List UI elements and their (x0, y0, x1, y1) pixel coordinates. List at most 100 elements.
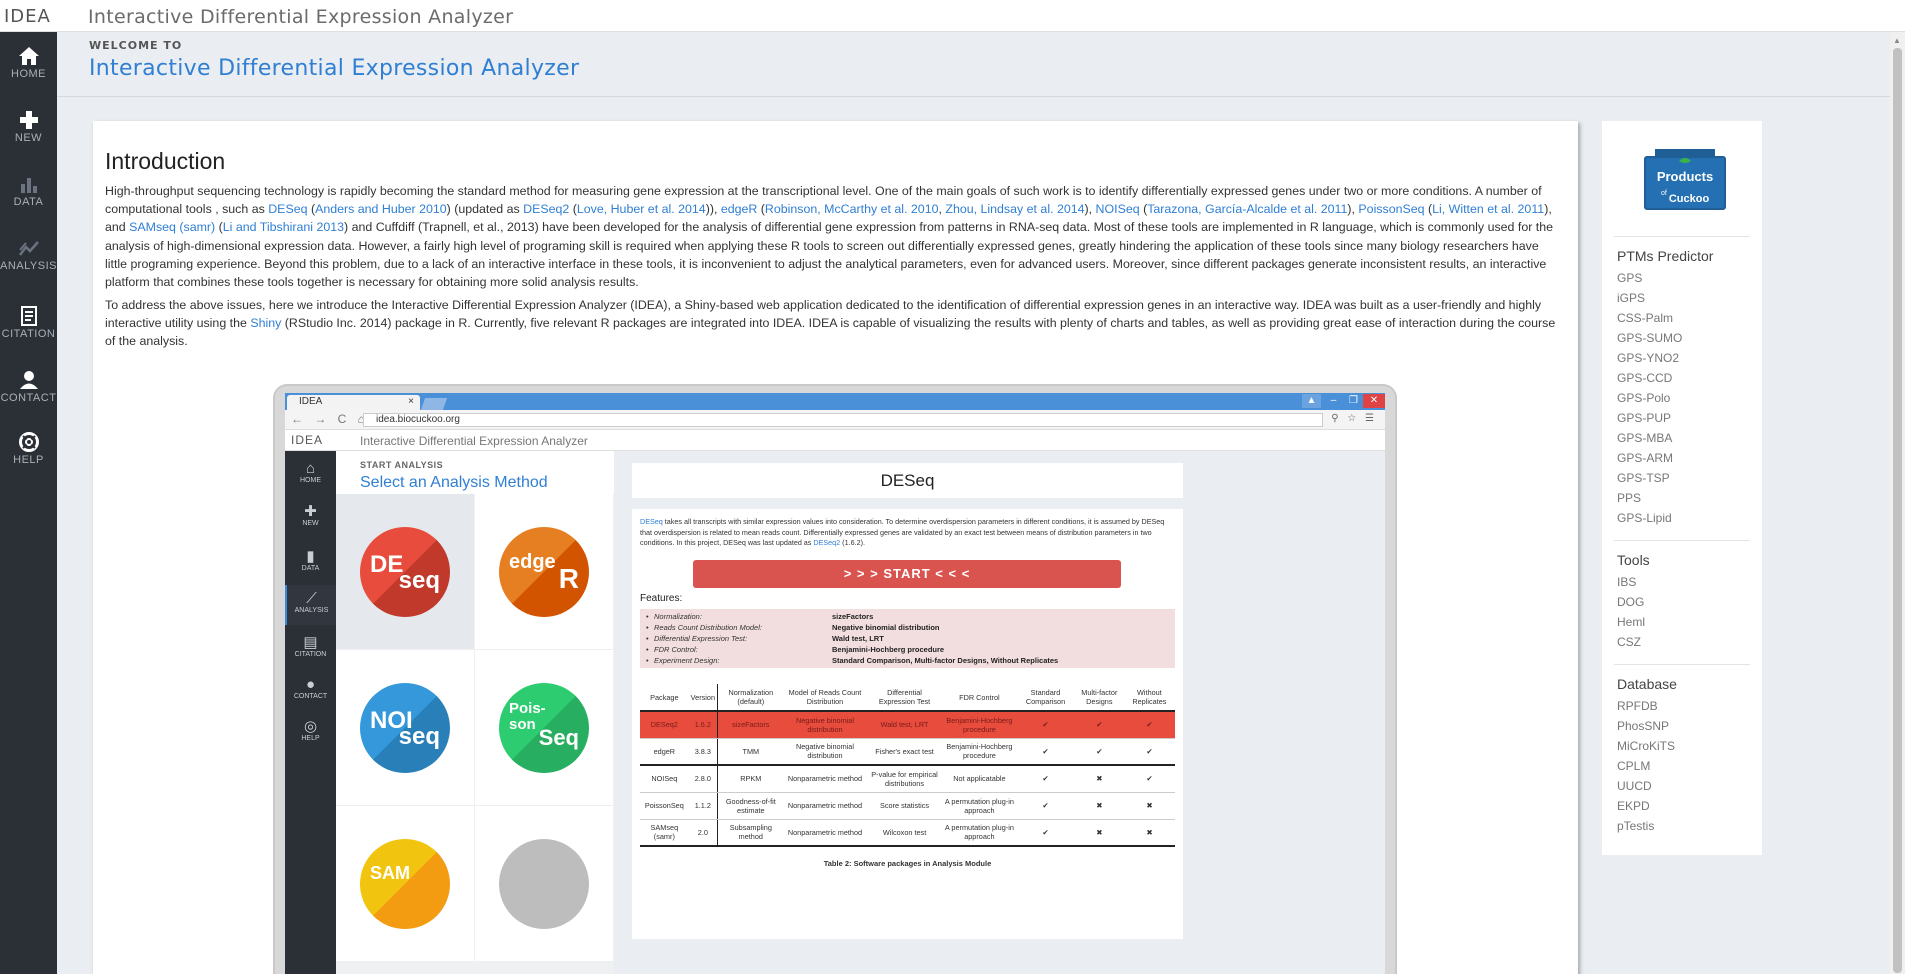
link-css-palm[interactable]: CSS-Palm (1617, 311, 1673, 325)
link-gps-polo[interactable]: GPS-Polo (1617, 391, 1670, 405)
link-gps[interactable]: GPS (1617, 271, 1642, 285)
link-ekpd[interactable]: EKPD (1617, 799, 1650, 813)
link-gps-arm[interactable]: GPS-ARM (1617, 451, 1673, 465)
link-gps-pup[interactable]: GPS-PUP (1617, 411, 1671, 425)
link-deseq2[interactable]: DESeq2 (523, 202, 569, 216)
feature-key: Differential Expression Test: (646, 634, 747, 643)
link-microkits[interactable]: MiCroKiTS (1617, 739, 1675, 753)
logo-text: edge (509, 551, 556, 573)
nav-label: CITATION (294, 651, 327, 658)
embedded-sidebar: ⌂ HOME ✚ NEW ▮ DATA ⟋ ANALYSIS ▤ CITATION ● CO… (285, 451, 336, 974)
features-heading: Features: (640, 593, 683, 604)
link-poissonseq[interactable]: PoissonSeq (1358, 202, 1424, 216)
link-dog[interactable]: DOG (1617, 595, 1644, 609)
text: ), (1084, 202, 1096, 217)
table-cell: Nonparametric method (783, 792, 867, 820)
method-tile-deseq: DE seq (336, 494, 474, 649)
embedded-top-bar: IDEA Interactive Differential Expression… (285, 430, 1385, 451)
link-citation[interactable]: Anders and Huber 2010 (315, 202, 447, 216)
link-uucd[interactable]: UUCD (1617, 779, 1652, 793)
link-edger[interactable]: edgeR (721, 202, 758, 216)
method-title: DESeq (632, 463, 1183, 498)
link-csz[interactable]: CSZ (1617, 635, 1641, 649)
packages-table: Package Version Normalization (default) … (640, 684, 1175, 847)
link-gps-sumo[interactable]: GPS-SUMO (1617, 331, 1682, 345)
poissonseq-logo: Pois-son Seq (499, 683, 589, 773)
link-gps-ccd[interactable]: GPS-CCD (1617, 371, 1672, 385)
link-citation[interactable]: Zhou, Lindsay et al. 2014 (945, 202, 1084, 216)
link-citation[interactable]: Robinson, McCarthy et al. 2010 (765, 202, 939, 216)
sidebar-item-new[interactable]: NEW (0, 110, 57, 172)
bar-chart-icon: ▮ (306, 548, 315, 565)
sidebar-item-citation[interactable]: CITATION (0, 306, 57, 368)
link-rpfdb[interactable]: RPFDB (1617, 699, 1658, 713)
link-gps-mba[interactable]: GPS-MBA (1617, 431, 1672, 445)
embedded-screenshot: IDEA × ▲ – ❐ ✕ ← → C ⌂ idea.biocuckoo.or… (275, 386, 1395, 974)
other-method-logo (499, 839, 589, 929)
noiseq-logo: NOI seq (360, 683, 450, 773)
link-ptestis[interactable]: pTestis (1617, 819, 1654, 833)
sidebar-item-analysis[interactable]: ANALYSIS (0, 238, 57, 300)
section-title-tools: Tools (1617, 552, 1650, 568)
link-citation[interactable]: Li and Tibshirani 2013 (223, 220, 344, 234)
home-icon: ⌂ (305, 460, 316, 477)
table-cell: ✔ (1016, 738, 1075, 766)
table-cell: 2.8.0 (688, 765, 719, 793)
intro-card: Introduction High-throughput sequencing … (93, 121, 1578, 974)
link-gps-yno2[interactable]: GPS-YNO2 (1617, 351, 1679, 365)
table-header: Model of Reads Count Distribution (783, 684, 867, 712)
table-cell: 1.1.2 (688, 792, 719, 820)
feature-row: Reads Count Distribution Model: Negative … (640, 623, 1175, 634)
feature-value: Negative binomial distribution (832, 623, 940, 632)
link-deseq: DESeq (640, 517, 663, 526)
link-samseq[interactable]: SAMseq (samr) (129, 220, 215, 234)
table-cell: 3.8.3 (688, 738, 719, 766)
link-heml[interactable]: Heml (1617, 615, 1645, 629)
link-noiseq[interactable]: NOISeq (1096, 202, 1140, 216)
text: ( (757, 202, 765, 217)
scrollbar-thumb[interactable] (1893, 48, 1902, 973)
link-gps-lipid[interactable]: GPS-Lipid (1617, 511, 1672, 525)
link-citation[interactable]: Tarazona, García-Alcalde et al. 2011 (1147, 202, 1347, 216)
logo-text: Cuckoo (1669, 193, 1710, 205)
table-cell: Negative binomial distribution (783, 711, 867, 739)
method-tile-poissonseq: Pois-son Seq (475, 650, 613, 805)
link-gps-tsp[interactable]: GPS-TSP (1617, 471, 1670, 485)
line-chart-icon: ⟋ (306, 590, 317, 607)
link-cplm[interactable]: CPLM (1617, 759, 1650, 773)
link-shiny[interactable]: Shiny (250, 316, 281, 330)
link-citation[interactable]: Love, Huber et al. 2014 (577, 202, 706, 216)
nav-label: HOME (300, 477, 321, 484)
feature-key: Experiment Design: (646, 656, 720, 665)
embedded-nav-contact: ● CONTACT (285, 676, 336, 701)
welcome-label: WELCOME TO (89, 39, 183, 52)
link-ibs[interactable]: IBS (1617, 575, 1636, 589)
products-of-cuckoo-logo[interactable]: Products of Cuckoo (1639, 147, 1731, 219)
link-deseq[interactable]: DESeq (268, 202, 307, 216)
sidebar-item-home[interactable]: HOME (0, 46, 57, 108)
page-scrollbar[interactable]: ▲ (1890, 32, 1905, 974)
table-cell: ✔ (1016, 765, 1075, 793)
samseq-logo: SAM (360, 839, 450, 929)
logo-text: SAM (370, 863, 410, 883)
link-pps[interactable]: PPS (1617, 491, 1641, 505)
link-phossnp[interactable]: PhosSNP (1617, 719, 1669, 733)
minimize-icon: – (1330, 395, 1337, 406)
table-cell: ✔ (1016, 792, 1075, 820)
close-icon: × (408, 396, 414, 407)
sidebar-item-help[interactable]: HELP (0, 432, 57, 494)
url-field: idea.biocuckoo.org (363, 413, 1323, 427)
embedded-nav-analysis: ⟋ ANALYSIS (285, 585, 336, 625)
link-igps[interactable]: iGPS (1617, 291, 1645, 305)
nav-label: CONTACT (293, 693, 328, 700)
user-icon (19, 371, 38, 389)
logo-text: Seq (538, 725, 579, 750)
scroll-up-arrow-icon[interactable]: ▲ (1893, 36, 1901, 45)
start-button: > > > START < < < (693, 560, 1121, 588)
logo-text: of (1661, 190, 1667, 197)
link-citation[interactable]: Li, Witten et al. 2011 (1432, 202, 1544, 216)
sidebar-item-data[interactable]: DATA (0, 174, 57, 236)
user-icon: ● (305, 676, 316, 693)
idea-logo[interactable]: IDEA (4, 6, 51, 27)
sidebar-item-contact[interactable]: CONTACT (0, 370, 57, 432)
